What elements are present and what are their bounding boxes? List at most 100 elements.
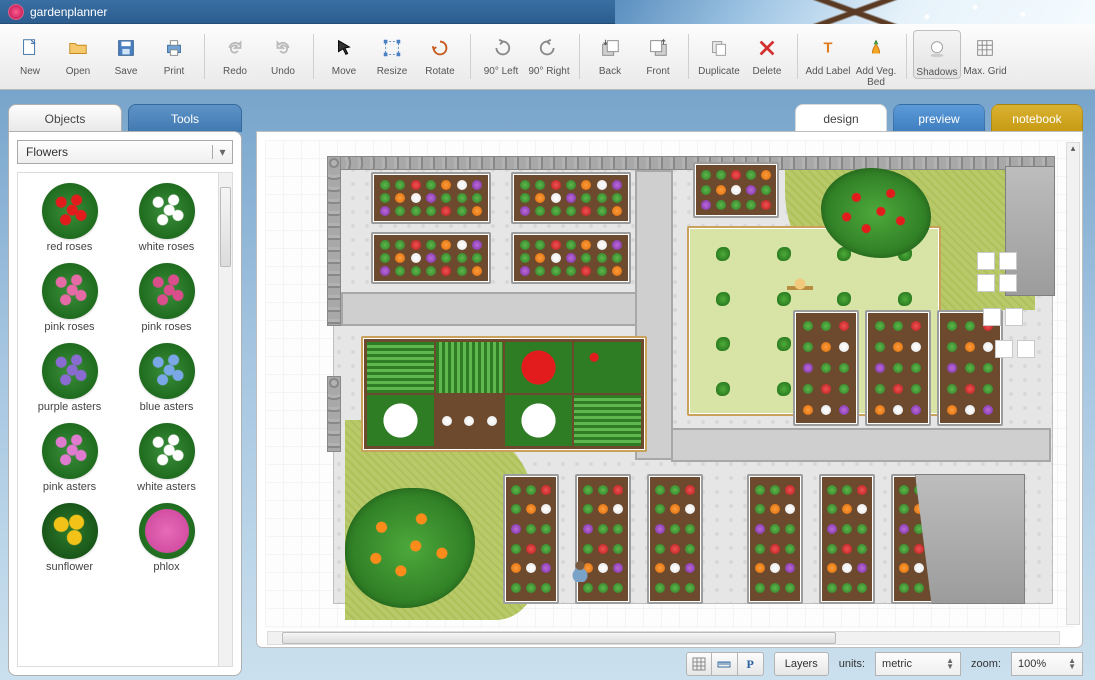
palette-item[interactable]: pink roses — [24, 259, 115, 337]
open-button[interactable]: Open — [54, 30, 102, 77]
veg-bed-icon — [852, 34, 900, 62]
palette-item-label: purple asters — [24, 401, 115, 413]
max-grid-button[interactable]: Max. Grid — [961, 30, 1009, 77]
palette-item-label: pink roses — [121, 321, 212, 333]
stepping-stone[interactable] — [999, 274, 1017, 292]
text-label-icon: T — [804, 34, 852, 62]
canvas-v-scrollbar[interactable]: ▴ — [1066, 142, 1080, 625]
gardener-figure[interactable] — [571, 560, 589, 582]
palette-item-label: phlox — [121, 561, 212, 573]
palette-item[interactable]: purple asters — [24, 339, 115, 417]
palette-item[interactable]: pink roses — [121, 259, 212, 337]
undo-button[interactable]: Undo — [259, 30, 307, 77]
rotate-icon — [416, 34, 464, 62]
scarecrow[interactable] — [785, 272, 815, 302]
units-label: units: — [839, 658, 865, 670]
ruler-toggle-button[interactable] — [712, 652, 738, 676]
rotate-right-button[interactable]: 90° Right — [525, 30, 573, 77]
canvas-h-scrollbar[interactable] — [267, 631, 1060, 645]
plan-toggle-button[interactable]: P — [738, 652, 764, 676]
send-back-button[interactable]: Back — [586, 30, 634, 77]
layers-button[interactable]: Layers — [774, 652, 829, 676]
app-title: gardenplanner — [30, 5, 107, 19]
palette-item[interactable]: white asters — [121, 419, 212, 497]
shrub-orange-tree[interactable] — [345, 488, 475, 608]
grid-max-icon — [961, 34, 1009, 62]
print-button[interactable]: Print — [150, 30, 198, 77]
stepping-stone[interactable] — [1017, 340, 1035, 358]
grid-toggle-button[interactable] — [686, 652, 712, 676]
palette-item[interactable]: sunflower — [24, 499, 115, 577]
cursor-icon — [320, 34, 368, 62]
chevron-down-icon: ▾ — [212, 145, 232, 159]
palette-item[interactable]: phlox — [121, 499, 212, 577]
stepping-stone[interactable] — [977, 274, 995, 292]
garden-plan — [265, 140, 1074, 629]
objects-scrollbar[interactable] — [218, 173, 232, 666]
send-back-icon — [586, 34, 634, 62]
redo-button[interactable]: Redo — [211, 30, 259, 77]
add-veg-bed-button[interactable]: Add Veg. Bed — [852, 30, 900, 88]
chevron-updown-icon: ▲▼ — [1068, 658, 1076, 670]
save-button[interactable]: Save — [102, 30, 150, 77]
bring-front-button[interactable]: Front — [634, 30, 682, 77]
svg-text:T: T — [824, 41, 833, 57]
duplicate-icon — [695, 34, 743, 62]
print-icon — [150, 34, 198, 62]
units-select[interactable]: metric▲▼ — [875, 652, 961, 676]
shadows-icon — [914, 35, 960, 63]
delete-button[interactable]: Delete — [743, 30, 791, 77]
resize-button[interactable]: Resize — [368, 30, 416, 77]
palette-item[interactable]: red roses — [24, 179, 115, 257]
open-folder-icon — [54, 34, 102, 62]
redo-icon — [211, 34, 259, 62]
design-canvas[interactable] — [265, 140, 1074, 629]
rotate-left-button[interactable]: 90° Left — [477, 30, 525, 77]
shrub-red-roses[interactable] — [821, 168, 931, 258]
add-label-button[interactable]: TAdd Label — [804, 30, 852, 77]
tab-objects[interactable]: Objects — [8, 104, 122, 132]
stepping-stone[interactable] — [1005, 308, 1023, 326]
palette-item-label: sunflower — [24, 561, 115, 573]
garden-shed[interactable] — [915, 474, 1025, 604]
duplicate-button[interactable]: Duplicate — [695, 30, 743, 77]
shadows-button[interactable]: Shadows — [913, 30, 961, 79]
tab-design[interactable]: design — [795, 104, 887, 132]
new-button[interactable]: New — [6, 30, 54, 77]
rotate-left-icon — [477, 34, 525, 62]
tab-preview[interactable]: preview — [893, 104, 985, 132]
rotate-right-icon — [525, 34, 573, 62]
stepping-stone[interactable] — [983, 308, 1001, 326]
banner-image — [615, 0, 1095, 24]
titlebar: gardenplanner — [0, 0, 1095, 24]
category-select[interactable]: Flowers ▾ — [17, 140, 233, 164]
chevron-updown-icon: ▲▼ — [946, 658, 954, 670]
tab-tools[interactable]: Tools — [128, 104, 242, 132]
bottom-bar: P Layers units: metric▲▼ zoom: 100%▲▼ — [256, 650, 1083, 678]
palette-item-label: pink asters — [24, 481, 115, 493]
stepping-stone[interactable] — [999, 252, 1017, 270]
delete-x-icon — [743, 34, 791, 62]
palette-item-label: white roses — [121, 241, 212, 253]
move-button[interactable]: Move — [320, 30, 368, 77]
palette-item-label: white asters — [121, 481, 212, 493]
palette-item-label: pink roses — [24, 321, 115, 333]
stepping-stone[interactable] — [995, 340, 1013, 358]
palette-item[interactable]: blue asters — [121, 339, 212, 417]
palette-item-label: red roses — [24, 241, 115, 253]
palette-item[interactable]: pink asters — [24, 419, 115, 497]
zoom-select[interactable]: 100%▲▼ — [1011, 652, 1083, 676]
tab-notebook[interactable]: notebook — [991, 104, 1083, 132]
bring-front-icon — [634, 34, 682, 62]
save-disk-icon — [102, 34, 150, 62]
toolbar: New Open Save Print Redo Undo Move Resiz… — [0, 24, 1095, 90]
undo-icon — [259, 34, 307, 62]
palette-item-label: blue asters — [121, 401, 212, 413]
stepping-stone[interactable] — [977, 252, 995, 270]
resize-icon — [368, 34, 416, 62]
new-file-icon — [6, 34, 54, 62]
rotate-button[interactable]: Rotate — [416, 30, 464, 77]
canvas-area: ▴ — [256, 131, 1083, 648]
app-logo-icon — [8, 4, 24, 20]
palette-item[interactable]: white roses — [121, 179, 212, 257]
